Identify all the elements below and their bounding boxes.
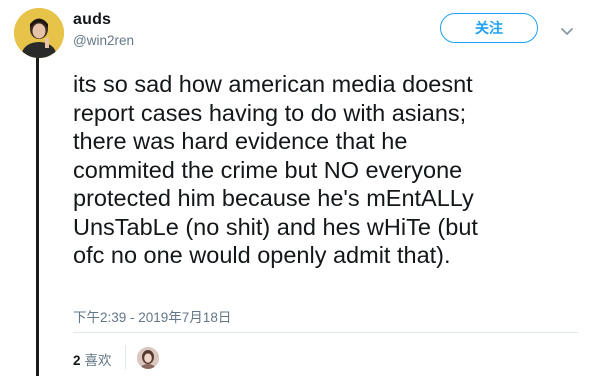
tweet-text-line: there was hard evidence that he — [73, 128, 408, 154]
chevron-down-icon[interactable] — [560, 24, 574, 35]
likes-count: 2 — [73, 353, 81, 368]
tweet-text-line: its so sad how american media doesnt — [73, 71, 473, 97]
tweet-card: auds @win2ren 关注 its so sad how american… — [0, 0, 608, 376]
tweet-text: its so sad how american media doesnt rep… — [73, 70, 598, 270]
liker-avatar[interactable] — [137, 347, 159, 369]
tweet-text-line: UnsTabLe (no shit) and hes wHiTe (but — [73, 213, 478, 240]
thread-line — [36, 58, 39, 376]
likes-separator — [125, 345, 126, 369]
display-name[interactable]: auds — [73, 11, 111, 29]
likes-label: 喜欢 — [84, 353, 112, 368]
follow-button[interactable]: 关注 — [440, 13, 538, 43]
tweet-text-line: protected him because he's mEntALLy — [73, 185, 474, 211]
tweet-text-line: report cases having to do with asians; — [73, 99, 467, 126]
likes-stat[interactable]: 2 喜欢 — [73, 349, 112, 369]
tweet-text-line: commited the crime but NO everyone — [73, 156, 463, 183]
user-avatar[interactable] — [14, 8, 64, 58]
divider — [73, 332, 578, 333]
user-handle[interactable]: @win2ren — [73, 33, 134, 48]
tweet-timestamp[interactable]: 下午2:39 - 2019年7月18日 — [73, 306, 231, 326]
tweet-text-line: ofc no one would openly admit that). — [73, 242, 451, 268]
